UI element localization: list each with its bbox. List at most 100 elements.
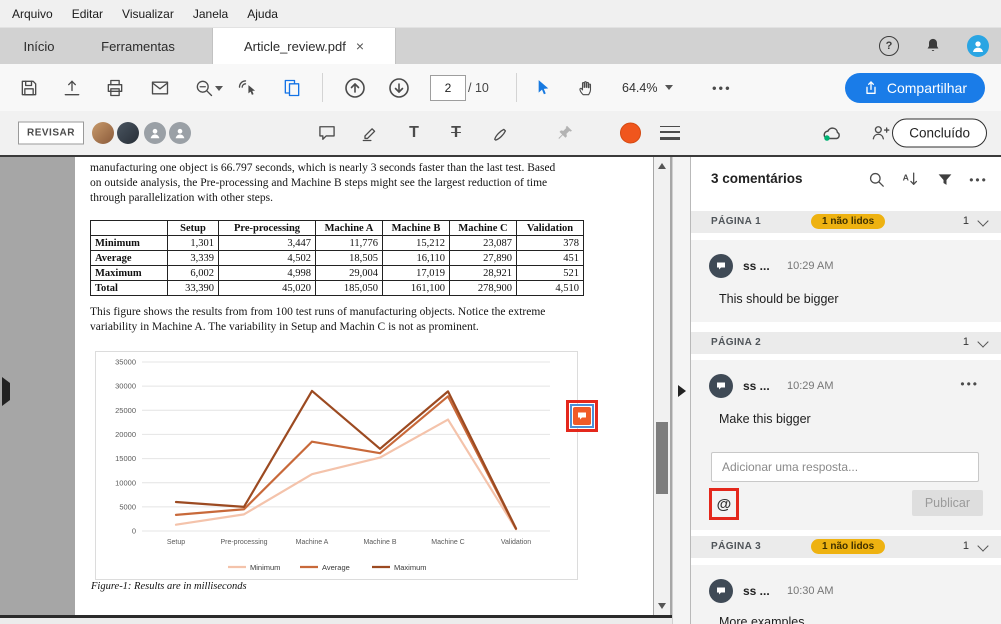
search-comments-button[interactable] bbox=[866, 169, 887, 190]
table-header-cell: Machine C bbox=[449, 220, 517, 236]
sort-comments-button[interactable]: A bbox=[900, 169, 921, 190]
results-table: Setup Pre-processing Machine A Machine B… bbox=[90, 220, 584, 296]
reviewer-avatar[interactable] bbox=[169, 122, 191, 144]
zoom-level-dropdown[interactable]: 64.4% bbox=[622, 81, 674, 95]
section-count: 1 bbox=[962, 540, 969, 552]
notifications-button[interactable] bbox=[919, 32, 947, 60]
table-cell: 6,002 bbox=[167, 265, 219, 281]
left-panel-toggle[interactable] bbox=[2, 377, 10, 406]
menu-ajuda[interactable]: Ajuda bbox=[247, 7, 278, 21]
tabbar-right: ? bbox=[879, 28, 989, 64]
add-text-button[interactable]: T bbox=[400, 119, 428, 147]
menu-arquivo[interactable]: Arquivo bbox=[12, 7, 53, 21]
text-tool-icon: T bbox=[409, 124, 419, 141]
comment-text: Make this bigger bbox=[719, 412, 811, 426]
menu-visualizar[interactable]: Visualizar bbox=[122, 7, 174, 21]
upload-button[interactable] bbox=[58, 74, 86, 102]
help-icon[interactable]: ? bbox=[879, 36, 899, 56]
chevron-down-icon[interactable] bbox=[977, 215, 989, 227]
page-section-bar[interactable]: PÁGINA 1 1 não lidos 1 bbox=[691, 211, 1001, 233]
previous-page-button[interactable] bbox=[341, 74, 369, 102]
highlighter-icon bbox=[362, 128, 376, 142]
menu-editar[interactable]: Editar bbox=[72, 7, 103, 21]
revisar-button[interactable]: REVISAR bbox=[18, 121, 84, 145]
scroll-up-icon[interactable] bbox=[654, 159, 670, 173]
scroll-down-icon[interactable] bbox=[654, 599, 670, 613]
table-cell: 185,050 bbox=[315, 280, 383, 296]
comments-more-button[interactable]: ••• bbox=[968, 169, 989, 190]
document-vertical-scrollbar[interactable] bbox=[654, 157, 670, 615]
touch-gesture-icon bbox=[238, 79, 256, 95]
page-section-bar[interactable]: PÁGINA 2 1 bbox=[691, 332, 1001, 354]
unread-badge[interactable]: 1 não lidos bbox=[811, 539, 886, 554]
email-button[interactable] bbox=[146, 74, 174, 102]
add-people-button[interactable] bbox=[866, 119, 894, 147]
comment-bubble-icon bbox=[319, 126, 335, 140]
share-button[interactable]: Compartilhar bbox=[844, 72, 985, 103]
figure-caption: Figure-1: Results are in milliseconds bbox=[91, 581, 247, 592]
scrollbar-thumb[interactable] bbox=[656, 422, 668, 494]
svg-text:20000: 20000 bbox=[115, 430, 136, 439]
line-thickness-button[interactable] bbox=[660, 126, 680, 140]
comment-author: ss ... bbox=[743, 379, 770, 393]
comment-card[interactable]: ss ... 10:29 AM ••• Make this bigger @ P… bbox=[691, 360, 1001, 530]
publish-button[interactable]: Publicar bbox=[911, 490, 983, 516]
comment-annotation-highlight[interactable] bbox=[566, 400, 598, 432]
svg-text:30000: 30000 bbox=[115, 382, 136, 391]
print-button[interactable] bbox=[101, 74, 129, 102]
menu-janela[interactable]: Janela bbox=[193, 7, 228, 21]
draw-button[interactable] bbox=[487, 119, 515, 147]
concluido-button[interactable]: Concluído bbox=[892, 118, 987, 148]
svg-text:5000: 5000 bbox=[119, 502, 136, 511]
zoom-out-icon bbox=[196, 80, 213, 96]
select-tool-button[interactable] bbox=[528, 74, 556, 102]
save-button[interactable] bbox=[15, 74, 43, 102]
comment-options-button[interactable]: ••• bbox=[954, 376, 985, 392]
add-comment-button[interactable] bbox=[313, 119, 341, 147]
unread-badge[interactable]: 1 não lidos bbox=[811, 214, 886, 229]
chevron-down-icon[interactable] bbox=[977, 336, 989, 348]
tab-inicio[interactable]: Início bbox=[0, 28, 78, 64]
chevron-down-icon[interactable] bbox=[977, 540, 989, 552]
search-icon bbox=[869, 172, 884, 187]
cloud-sync-button[interactable] bbox=[818, 119, 846, 147]
filter-comments-button[interactable] bbox=[934, 169, 955, 190]
comment-card[interactable]: ss ... 10:29 AM This should be bigger bbox=[691, 240, 1001, 322]
toolbar-separator bbox=[516, 73, 517, 102]
tab-close-icon[interactable]: × bbox=[356, 38, 364, 54]
pen-icon bbox=[494, 128, 507, 141]
commenter-avatar bbox=[709, 579, 733, 603]
svg-text:10000: 10000 bbox=[115, 478, 136, 487]
page-number-input[interactable] bbox=[430, 74, 466, 101]
reviewer-avatar[interactable] bbox=[92, 122, 114, 144]
highlight-button[interactable] bbox=[356, 119, 384, 147]
speech-bubble-icon bbox=[578, 412, 586, 420]
page-section-bar[interactable]: PÁGINA 3 1 não lidos 1 bbox=[691, 536, 1001, 558]
reviewer-avatar[interactable] bbox=[117, 122, 139, 144]
color-picker-button[interactable] bbox=[620, 122, 641, 144]
table-cell: 1,301 bbox=[167, 235, 219, 251]
comment-author: ss ... bbox=[743, 584, 770, 598]
toolbar-more-button[interactable]: ••• bbox=[706, 79, 738, 96]
document-viewer: manufacturing one object is 66.797 secon… bbox=[0, 157, 672, 624]
zoom-menu-caret-icon[interactable] bbox=[215, 86, 223, 91]
page-thumbnails-button[interactable] bbox=[278, 74, 306, 102]
reviewer-avatar[interactable] bbox=[144, 122, 166, 144]
tab-ferramentas[interactable]: Ferramentas bbox=[82, 28, 194, 64]
comment-annotation-icon[interactable] bbox=[573, 407, 591, 425]
tab-document[interactable]: Article_review.pdf × bbox=[212, 28, 396, 64]
touch-select-button[interactable] bbox=[234, 74, 262, 102]
user-avatar[interactable] bbox=[967, 35, 989, 57]
svg-text:Minimum: Minimum bbox=[250, 563, 280, 572]
comment-card[interactable]: ss ... 10:30 AM More examples bbox=[691, 565, 1001, 624]
hand-tool-button[interactable] bbox=[572, 74, 600, 102]
reply-input[interactable] bbox=[711, 452, 979, 482]
next-page-button[interactable] bbox=[385, 74, 413, 102]
mention-button-highlight[interactable]: @ bbox=[709, 488, 739, 520]
comment-time: 10:30 AM bbox=[787, 585, 834, 597]
strikethrough-text-button[interactable]: T bbox=[442, 119, 470, 147]
zoom-out-button[interactable] bbox=[190, 74, 218, 102]
comments-panel-toggle[interactable] bbox=[672, 157, 691, 624]
pin-annotation-button[interactable] bbox=[551, 119, 579, 147]
commenter-avatar bbox=[709, 254, 733, 278]
